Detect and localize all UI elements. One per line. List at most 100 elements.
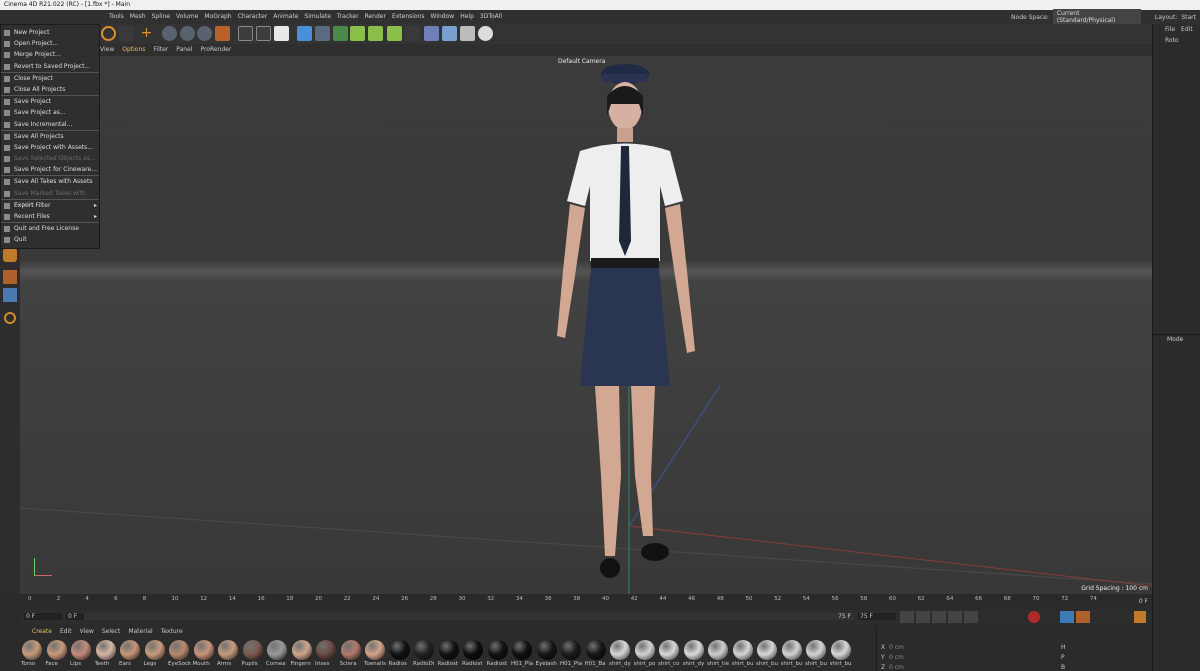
file-menu-item-quit[interactable]: Quit [1, 234, 99, 245]
end-frame-slider[interactable]: 75 F [84, 613, 854, 620]
material-swatch[interactable]: Torso [20, 640, 45, 671]
timeline-settings-icon[interactable] [1134, 611, 1146, 623]
menu-simulate[interactable]: Simulate [301, 10, 334, 24]
material-menu-edit[interactable]: Edit [60, 627, 72, 637]
file-menu-item-revert-to-saved-project[interactable]: Revert to Saved Project... [1, 61, 99, 72]
material-swatch[interactable]: Ears [118, 640, 143, 671]
viewport-menu-panel[interactable]: Panel [176, 44, 192, 56]
x-axis-icon[interactable] [162, 26, 177, 41]
rotate-tool-icon[interactable] [101, 26, 116, 41]
material-swatch[interactable]: Teeth [94, 640, 119, 671]
z-axis-icon[interactable] [197, 26, 212, 41]
file-menu-item-save-all-takes-with-assets[interactable]: Save All Takes with Assets [1, 176, 99, 187]
key-icon[interactable] [1060, 611, 1074, 623]
right-file-menu[interactable]: File [1157, 24, 1175, 36]
viewport-menu-prorender[interactable]: ProRender [200, 44, 231, 56]
goto-end-button[interactable] [964, 611, 978, 623]
y-axis-icon[interactable] [180, 26, 195, 41]
file-menu-item-save-all-projects[interactable]: Save All Projects [1, 131, 99, 142]
timeline-ruler[interactable]: 0 2 4 6 8 10 12 14 16 18 20 22 24 26 28 30 32 34 36 38 40 42 4… [20, 594, 1152, 606]
menu-volume[interactable]: Volume [173, 10, 201, 24]
menu-mesh[interactable]: Mesh [127, 10, 149, 24]
move-tool-icon[interactable]: + [139, 26, 154, 41]
cube-icon[interactable] [297, 26, 312, 41]
spline-icon[interactable] [405, 26, 420, 41]
material-swatch[interactable]: shirt_dy [608, 640, 633, 671]
material-swatch[interactable]: shirt_bu [829, 640, 854, 671]
play-button[interactable] [932, 611, 946, 623]
material-swatch[interactable]: Face [45, 640, 70, 671]
menu-character[interactable]: Character [235, 10, 271, 24]
material-swatch[interactable]: Cornea [265, 640, 290, 671]
snap-icon[interactable] [3, 248, 17, 262]
file-menu-item-save-project[interactable]: Save Project [1, 96, 99, 107]
material-swatch[interactable]: Fingern [290, 640, 315, 671]
menu-mograph[interactable]: MoGraph [201, 10, 234, 24]
camera-icon[interactable] [460, 26, 475, 41]
render-settings-icon[interactable] [274, 26, 289, 41]
material-swatch[interactable]: Radiost [486, 640, 511, 671]
subdivision-icon[interactable] [333, 26, 348, 41]
file-menu-item-quit-and-free-license[interactable]: Quit and Free License [1, 223, 99, 234]
viewport-menu-options[interactable]: Options [122, 44, 145, 56]
render-view-icon[interactable] [256, 26, 271, 41]
material-swatch[interactable]: Toenails [363, 640, 388, 671]
material-menu-create[interactable]: Create [32, 627, 52, 637]
menu-render[interactable]: Render [362, 10, 389, 24]
material-swatch[interactable]: Radiost [461, 640, 486, 671]
material-swatch[interactable]: Irises [314, 640, 339, 671]
menu-window[interactable]: Window [428, 10, 458, 24]
material-swatch[interactable]: shirt_po [633, 640, 658, 671]
scale-tool-icon[interactable] [119, 26, 134, 41]
coord-y-field[interactable]: 0 cm [889, 654, 904, 661]
file-menu-item-save-project-for-cineware[interactable]: Save Project for Cineware... [1, 164, 99, 175]
floor-icon[interactable] [442, 26, 457, 41]
viewport-menu-view[interactable]: View [100, 44, 114, 56]
material-swatch[interactable]: H01_Ba [584, 640, 609, 671]
workplane-icon[interactable] [3, 270, 17, 284]
cloner-icon[interactable] [350, 26, 365, 41]
material-swatch[interactable]: H01_Pla [559, 640, 584, 671]
file-menu-item-export-filter[interactable]: Export Filter ▸ [1, 200, 99, 211]
light-icon[interactable] [478, 26, 493, 41]
layout-select[interactable]: Start [1181, 14, 1200, 21]
material-swatch[interactable]: Mouth [192, 640, 217, 671]
solo-icon[interactable] [4, 312, 16, 324]
menu-tools[interactable]: Tools [106, 10, 127, 24]
material-menu-texture[interactable]: Texture [161, 627, 183, 637]
material-swatch[interactable]: RadioDi [412, 640, 437, 671]
material-menu-material[interactable]: Material [128, 627, 152, 637]
file-menu-item-save-project-as[interactable]: Save Project as... [1, 107, 99, 118]
file-menu-item-open-project[interactable]: Open Project... [1, 38, 99, 49]
material-swatch[interactable]: Pupils [241, 640, 266, 671]
material-menu-select[interactable]: Select [102, 627, 121, 637]
attributes-mode-menu[interactable]: Mode [1167, 336, 1183, 343]
deformer-icon[interactable] [368, 26, 383, 41]
material-swatch[interactable]: Sclera [339, 640, 364, 671]
coord-z-field[interactable]: 0 cm [889, 664, 904, 671]
menu-3dtoall[interactable]: 3DToAll [477, 10, 505, 24]
record-button[interactable] [1028, 611, 1040, 623]
current-frame-field[interactable]: 0 F [66, 613, 84, 620]
prev-frame-button[interactable] [916, 611, 930, 623]
file-menu-item-new-project[interactable]: New Project [1, 27, 99, 38]
pen-icon[interactable] [315, 26, 330, 41]
axis-lock-icon[interactable] [3, 288, 17, 302]
autokey-icon[interactable] [1076, 611, 1090, 623]
material-swatch[interactable]: Arms [216, 640, 241, 671]
file-menu-item-recent-files[interactable]: Recent Files ▸ [1, 211, 99, 222]
material-swatch[interactable]: Lips [69, 640, 94, 671]
object-row[interactable]: Roto [1153, 36, 1200, 46]
file-menu-item-save-project-with-assets[interactable]: Save Project with Assets... [1, 142, 99, 153]
material-swatch[interactable]: shirt_tie [706, 640, 731, 671]
menu-help[interactable]: Help [457, 10, 477, 24]
viewport-menu-filter[interactable]: Filter [153, 44, 168, 56]
character-model[interactable] [535, 56, 715, 594]
scene-icon[interactable] [424, 26, 439, 41]
material-swatch[interactable]: shirt_bu [804, 640, 829, 671]
material-swatch[interactable]: H01_Pla [510, 640, 535, 671]
field-icon[interactable] [387, 26, 402, 41]
material-swatch[interactable]: Legs [143, 640, 168, 671]
next-frame-button[interactable] [948, 611, 962, 623]
material-swatch[interactable]: EyeSock [167, 640, 192, 671]
